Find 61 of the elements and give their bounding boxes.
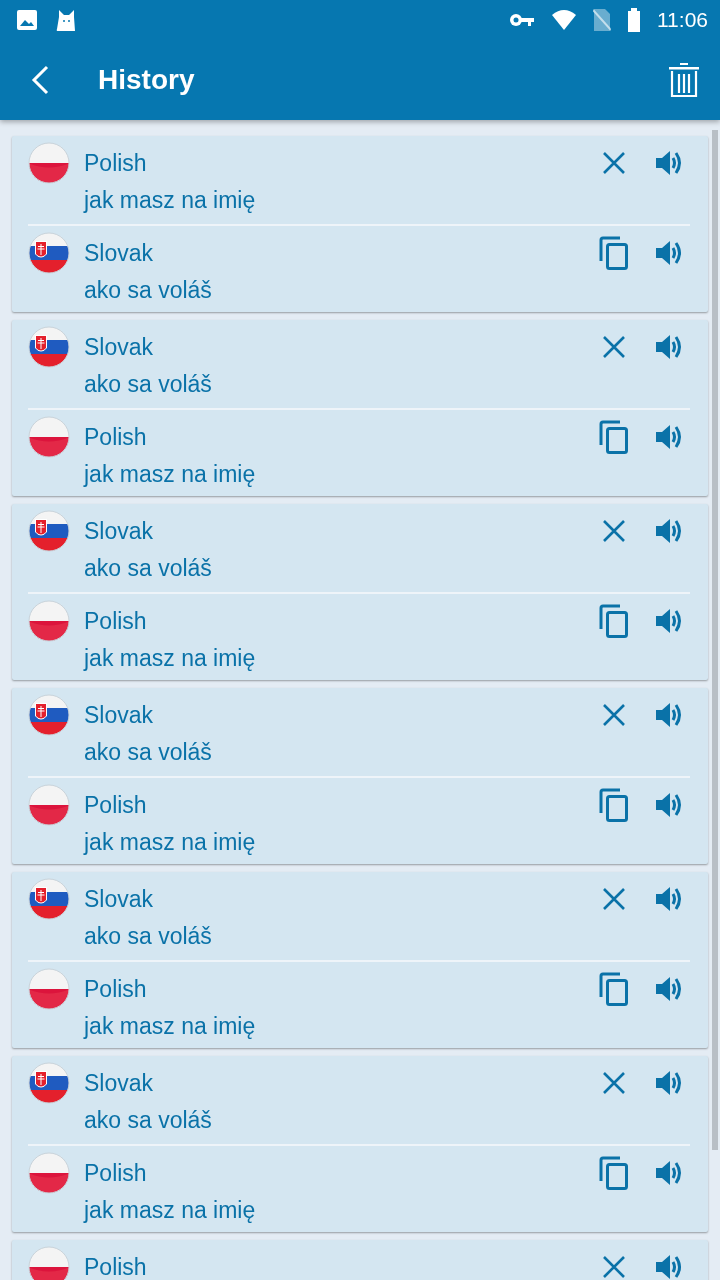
cat-icon bbox=[54, 8, 78, 32]
language-label: Polish bbox=[84, 790, 148, 820]
flag-icon bbox=[28, 1152, 70, 1194]
screen-title: History bbox=[98, 63, 196, 97]
phrase-text: jak masz na imię bbox=[84, 1196, 257, 1224]
flag-icon bbox=[28, 1246, 70, 1280]
language-label: Polish bbox=[84, 606, 148, 636]
language-label: Polish bbox=[84, 148, 148, 178]
phrase-text: jak masz na imię bbox=[84, 186, 257, 214]
language-label: Polish bbox=[84, 1252, 148, 1280]
phrase-text: jak masz na imię bbox=[84, 460, 257, 488]
close-icon bbox=[602, 1071, 626, 1095]
language-label: Polish bbox=[84, 422, 148, 452]
copy-icon bbox=[599, 1156, 629, 1190]
close-icon bbox=[602, 887, 626, 911]
language-label: Polish bbox=[84, 974, 148, 1004]
flag-icon bbox=[28, 784, 70, 826]
copy-icon bbox=[599, 420, 629, 454]
copy-icon bbox=[599, 236, 629, 270]
language-label: Slovak bbox=[84, 700, 155, 730]
language-label: Slovak bbox=[84, 1068, 155, 1098]
phrase-text: ako sa voláš bbox=[84, 922, 213, 950]
flag-icon bbox=[28, 232, 70, 274]
image-icon bbox=[16, 9, 38, 31]
phrase-text: jak masz na imię bbox=[84, 828, 257, 856]
flag-icon bbox=[28, 326, 70, 368]
language-label: Slovak bbox=[84, 332, 155, 362]
close-icon bbox=[602, 151, 626, 175]
flag-icon bbox=[28, 878, 70, 920]
close-icon bbox=[602, 703, 626, 727]
flag-icon bbox=[28, 510, 70, 552]
flag-icon bbox=[28, 142, 70, 184]
phrase-text: jak masz na imię bbox=[84, 1012, 257, 1040]
copy-icon bbox=[599, 604, 629, 638]
copy-icon bbox=[599, 972, 629, 1006]
close-icon bbox=[602, 519, 626, 543]
language-label: Slovak bbox=[84, 884, 155, 914]
trash-icon bbox=[668, 62, 700, 98]
copy-icon bbox=[599, 788, 629, 822]
back-icon bbox=[30, 65, 50, 95]
phrase-text: ako sa voláš bbox=[84, 1106, 213, 1134]
wifi-icon bbox=[551, 9, 577, 31]
flag-icon bbox=[28, 600, 70, 642]
phrase-text: jak masz na imię bbox=[84, 644, 257, 672]
close-icon bbox=[602, 1255, 626, 1279]
phrase-text: ako sa voláš bbox=[84, 276, 213, 304]
language-label: Slovak bbox=[84, 238, 155, 268]
phrase-text: ako sa voláš bbox=[84, 738, 213, 766]
language-label: Slovak bbox=[84, 516, 155, 546]
flag-icon bbox=[28, 968, 70, 1010]
no-sim-icon bbox=[593, 8, 611, 32]
key-icon bbox=[509, 12, 535, 28]
phrase-text: ako sa voláš bbox=[84, 554, 213, 582]
clock-text: 11:06 bbox=[657, 7, 708, 34]
flag-icon bbox=[28, 1062, 70, 1104]
phrase-text: ako sa voláš bbox=[84, 370, 213, 398]
close-icon bbox=[602, 335, 626, 359]
flag-icon bbox=[28, 416, 70, 458]
flag-icon bbox=[28, 694, 70, 736]
battery-icon bbox=[627, 8, 641, 32]
language-label: Polish bbox=[84, 1158, 148, 1188]
